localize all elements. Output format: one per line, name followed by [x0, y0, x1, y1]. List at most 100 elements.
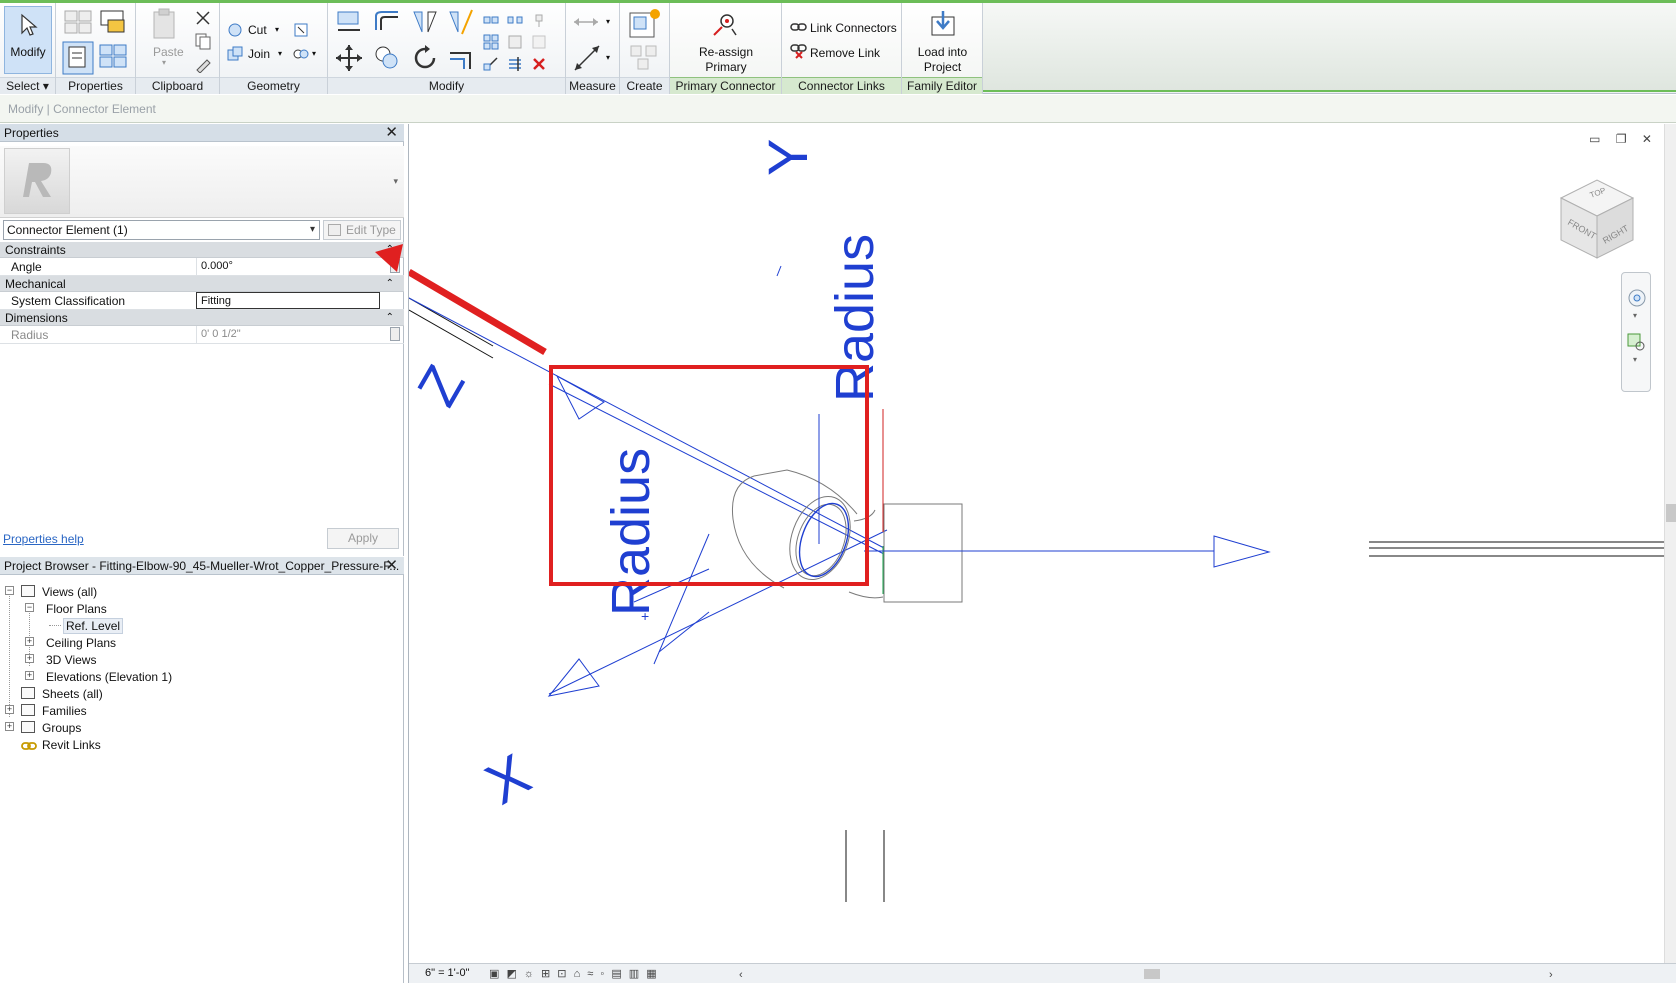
create-group-icon[interactable]: [628, 43, 662, 73]
group-constraints[interactable]: Constraints ⌃: [0, 242, 404, 258]
apply-button[interactable]: Apply: [327, 528, 399, 549]
property-value-system-classification[interactable]: Fitting: [196, 292, 380, 309]
fitting-body[interactable]: [848, 591, 884, 599]
link-connectors-button[interactable]: Link Connectors: [786, 17, 898, 37]
paste-label[interactable]: Paste: [153, 45, 184, 59]
trim-multiple-icon[interactable]: [506, 55, 524, 73]
tree-node-groups[interactable]: Groups: [42, 721, 81, 735]
array-icon[interactable]: [482, 33, 500, 51]
delete-icon[interactable]: [530, 55, 548, 73]
expand-toggle-icon[interactable]: +: [5, 705, 14, 714]
wheel-dropdown-icon[interactable]: ▾: [1633, 311, 1637, 320]
connector-axis-line[interactable]: [548, 529, 888, 695]
axis-arrowhead[interactable]: [1213, 535, 1271, 568]
reference-tick[interactable]: [653, 533, 710, 665]
associate-parameter-button[interactable]: [390, 327, 400, 341]
fitting-body[interactable]: [853, 509, 876, 522]
select-panel-label[interactable]: Select ▾: [0, 77, 55, 94]
project-browser-close-icon[interactable]: ✕: [385, 557, 398, 575]
tree-node-ref-level[interactable]: Ref. Level: [63, 618, 124, 634]
remove-link-button[interactable]: Remove Link: [786, 41, 898, 61]
radius-label-right[interactable]: Radius: [825, 234, 885, 402]
mirror-axis-icon[interactable]: [410, 8, 440, 36]
reference-tick[interactable]: [658, 611, 710, 653]
connector-ellipse[interactable]: [790, 497, 857, 583]
offset-icon[interactable]: [372, 8, 402, 36]
reference-tick[interactable]: [776, 265, 782, 277]
expand-toggle-icon[interactable]: +: [25, 654, 34, 663]
group-dimensions[interactable]: Dimensions ⌃: [0, 310, 404, 326]
create-similar-icon[interactable]: [628, 7, 662, 41]
connector-axis-line[interactable]: [548, 383, 885, 555]
move-icon[interactable]: [334, 43, 364, 73]
vertical-scrollbar[interactable]: [1664, 124, 1676, 963]
measure-dropdown-icon[interactable]: ▾: [606, 17, 610, 26]
zoom-dropdown-icon[interactable]: ▾: [1633, 355, 1637, 364]
type-selector-dropdown[interactable]: Connector Element (1) ▾: [3, 220, 320, 240]
reference-line[interactable]: [409, 297, 494, 347]
tree-node-3d-views[interactable]: 3D Views: [46, 653, 96, 667]
tree-node-revit-links[interactable]: Revit Links: [42, 738, 101, 752]
type-preview-dropdown-icon[interactable]: ▾: [393, 176, 398, 187]
modify-button[interactable]: Modify: [4, 6, 52, 74]
steering-wheel-icon[interactable]: [1625, 287, 1649, 309]
rotate-icon[interactable]: [410, 43, 440, 73]
cut-geometry-icon[interactable]: [226, 21, 244, 39]
collapse-toggle-icon[interactable]: −: [25, 603, 34, 612]
expand-toggle-icon[interactable]: +: [25, 637, 34, 646]
fitting-ellipse-outer[interactable]: [779, 488, 861, 588]
split-face-icon[interactable]: [292, 45, 310, 63]
copy-element-icon[interactable]: [372, 43, 402, 73]
load-into-project-button[interactable]: Load into Project: [906, 5, 979, 74]
tree-node-views[interactable]: Views (all): [42, 585, 97, 599]
type-properties-icon[interactable]: [62, 8, 94, 38]
fitting-box[interactable]: [883, 503, 963, 603]
unpin-icon[interactable]: [506, 33, 524, 51]
collapse-toggle-icon[interactable]: −: [5, 586, 14, 595]
scale-icon[interactable]: [482, 55, 500, 73]
reassign-primary-button[interactable]: Re-assign Primary: [680, 5, 772, 74]
trim-extend-icon[interactable]: [446, 43, 476, 73]
drawing-canvas[interactable]: + Y Z X Radius Radius ▭ ❐ ✕ TOP FRONT RI…: [375, 124, 1676, 983]
join-geometry-label[interactable]: Join: [248, 47, 270, 61]
tree-node-ceiling-plans[interactable]: Ceiling Plans: [46, 636, 116, 650]
fitting-body[interactable]: [731, 475, 785, 589]
edit-type-button[interactable]: Edit Type: [323, 220, 401, 240]
scroll-right-icon[interactable]: ›: [1549, 969, 1553, 980]
expand-toggle-icon[interactable]: +: [25, 671, 34, 680]
wall-joins-icon[interactable]: [292, 21, 310, 39]
horizontal-scroll-thumb[interactable]: [1144, 969, 1160, 979]
split-gap-icon[interactable]: [506, 11, 524, 29]
scroll-left-icon[interactable]: ‹: [739, 969, 743, 980]
group-mechanical[interactable]: Mechanical ⌃: [0, 276, 404, 292]
family-category-icon[interactable]: [98, 43, 130, 73]
cut-dropdown-icon[interactable]: ▾: [275, 25, 279, 34]
radius-label-left[interactable]: Radius: [601, 448, 661, 616]
geometry-more-icon[interactable]: ▾: [312, 49, 316, 58]
tree-node-floor-plans[interactable]: Floor Plans: [46, 602, 107, 616]
view-scale[interactable]: 6" = 1'-0": [425, 967, 469, 979]
viewcube[interactable]: TOP FRONT RIGHT: [1553, 174, 1645, 266]
cut-geometry-label[interactable]: Cut: [248, 23, 267, 37]
join-geometry-icon[interactable]: [226, 45, 244, 63]
paste-dropdown-icon[interactable]: ▾: [162, 58, 166, 67]
properties-close-icon[interactable]: ✕: [385, 124, 398, 142]
horizontal-scrollbar[interactable]: ‹ ›: [739, 968, 1659, 980]
match-type-icon[interactable]: [194, 55, 212, 73]
join-dropdown-icon[interactable]: ▾: [278, 49, 282, 58]
vertical-scroll-thumb[interactable]: [1666, 504, 1676, 522]
pin-icon[interactable]: [530, 11, 548, 29]
drawing-svg[interactable]: + Y Z X Radius Radius: [409, 124, 1664, 963]
property-value-radius[interactable]: 0' 0 1/2": [196, 326, 390, 343]
aligned-dimension-icon[interactable]: [572, 43, 602, 73]
mirror-draw-icon[interactable]: [446, 8, 476, 36]
expand-toggle-icon[interactable]: +: [5, 722, 14, 731]
properties-palette-icon[interactable]: [62, 41, 94, 75]
collapse-icon[interactable]: ⌃: [386, 310, 394, 326]
family-types-icon[interactable]: [98, 8, 130, 38]
copy-icon[interactable]: [194, 32, 212, 50]
tree-node-families[interactable]: Families: [42, 704, 87, 718]
view-control-icons[interactable]: ▣ ◩ ☼ ⊞ ⊡ ⌂ ≈ ◦ ▤ ▥ ▦: [489, 967, 659, 980]
cut-scissors-icon[interactable]: [194, 9, 212, 27]
paste-icon[interactable]: [150, 8, 180, 42]
